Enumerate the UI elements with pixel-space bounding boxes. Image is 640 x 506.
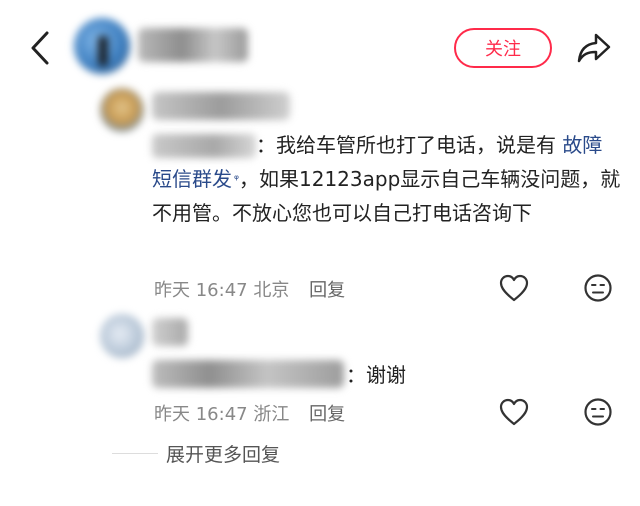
like-button[interactable] xyxy=(498,396,530,428)
reply-location: 浙江 xyxy=(253,404,290,425)
reply-meta: 昨天 16:47 浙江 回复 xyxy=(154,400,345,426)
reply-username-redacted[interactable] xyxy=(152,318,188,346)
author-avatar[interactable] xyxy=(74,18,130,74)
neutral-face-icon xyxy=(584,274,612,302)
reply-avatar[interactable] xyxy=(100,314,144,358)
follow-button-label: 关注 xyxy=(485,39,521,60)
reply-time: 昨天 16:47 xyxy=(154,404,248,425)
share-icon xyxy=(577,33,611,63)
heart-icon xyxy=(499,398,529,426)
reply-text: ：谢谢 xyxy=(346,363,406,387)
author-name-redacted[interactable] xyxy=(138,28,248,62)
reply-button[interactable]: 回复 xyxy=(309,404,345,425)
reply-button[interactable]: 回复 xyxy=(309,280,345,301)
divider-line xyxy=(112,453,158,454)
heart-icon xyxy=(499,274,529,302)
share-button[interactable] xyxy=(574,28,614,68)
reply-username-redacted[interactable] xyxy=(152,92,290,120)
reply-text: ：我给车管所也打了电话，说是有 故障短信群发 ᵠ，如果12123app显示自己车辆… xyxy=(152,133,621,225)
expand-more-replies[interactable]: 展开更多回复 xyxy=(112,440,280,467)
reply-location: 北京 xyxy=(253,280,290,301)
reply-avatar[interactable] xyxy=(100,88,144,132)
dislike-button[interactable] xyxy=(582,396,614,428)
dislike-button[interactable] xyxy=(582,272,614,304)
back-button[interactable] xyxy=(22,26,58,70)
reply-time: 昨天 16:47 xyxy=(154,280,248,301)
like-button[interactable] xyxy=(498,272,530,304)
expand-more-label: 展开更多回复 xyxy=(166,444,281,466)
chevron-left-icon xyxy=(31,31,49,65)
neutral-face-icon xyxy=(584,398,612,426)
reply-target-redacted xyxy=(152,360,344,388)
follow-button[interactable]: 关注 xyxy=(454,28,552,68)
reply-meta: 昨天 16:47 北京 回复 xyxy=(154,276,345,302)
